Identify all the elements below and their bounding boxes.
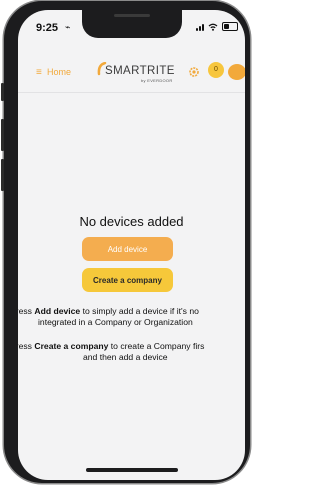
- app-header: ≡ Home SMARTRITE by EVERDOOR 0: [18, 50, 245, 93]
- home-indicator[interactable]: [86, 468, 178, 472]
- add-device-hint: Press Add device to simply add a device …: [18, 306, 199, 316]
- phone-frame: 9:25 ⌁ ≡ Home SMARTRITE by EVERDOOR 0 No…: [1, 1, 250, 483]
- profile-icon[interactable]: [228, 64, 245, 80]
- speaker-grill: [114, 14, 150, 17]
- side-button-volume-up: [1, 119, 4, 151]
- app-screen: 9:25 ⌁ ≡ Home SMARTRITE by EVERDOOR 0 No…: [18, 10, 245, 480]
- wifi-icon: [208, 23, 218, 31]
- create-company-hint: Press Create a company to create a Compa…: [18, 341, 205, 351]
- side-button-volume-down: [1, 159, 4, 191]
- smartrite-logo: SMARTRITE by EVERDOOR: [97, 60, 177, 86]
- silent-bell-icon: ⌁: [65, 22, 71, 32]
- create-company-button[interactable]: Create a company: [82, 268, 173, 292]
- side-button-silent: [1, 83, 4, 101]
- create-company-hint-line2: and then add a device: [83, 352, 168, 362]
- notifications-icon[interactable]: 0: [208, 62, 224, 78]
- gear-icon[interactable]: [188, 66, 200, 78]
- status-bar: 9:25 ⌁: [18, 10, 245, 50]
- empty-state-title: No devices added: [79, 214, 184, 229]
- battery-icon: [222, 22, 238, 31]
- add-device-hint-line2: integrated in a Company or Organization: [38, 317, 193, 327]
- status-icons: [196, 22, 238, 31]
- status-time: 9:25: [36, 22, 59, 34]
- add-device-button[interactable]: Add device: [82, 237, 173, 261]
- menu-icon[interactable]: ≡: [36, 68, 42, 78]
- logo-subtext: by EVERDOOR: [141, 78, 173, 83]
- signal-icon: [196, 23, 204, 31]
- notification-count: 0: [214, 66, 218, 73]
- home-link[interactable]: Home: [47, 67, 71, 77]
- logo-text: SMARTRITE: [105, 65, 175, 77]
